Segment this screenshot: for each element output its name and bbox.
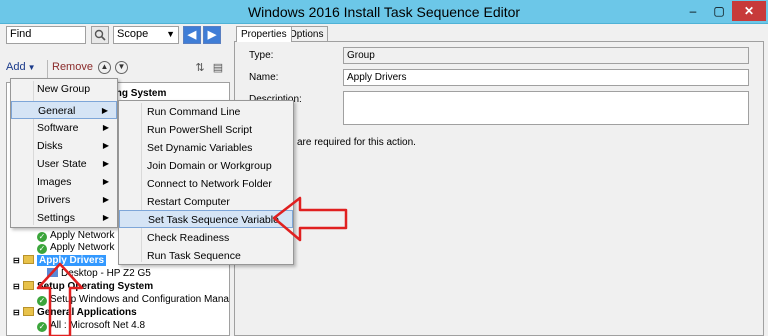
menu-item-run-command-line[interactable]: Run Command Line [119, 103, 293, 121]
submenu-arrow-icon: ▶ [102, 159, 109, 168]
collapse-icon[interactable]: ⊟ [13, 254, 21, 268]
selected-label: Apply Drivers [37, 255, 107, 266]
folder-icon [23, 281, 34, 290]
find-input[interactable]: Find [6, 26, 86, 44]
menu-item-new-group[interactable]: New Group [11, 80, 117, 98]
add-menu: New Group General ▶ Software ▶ Disks ▶ User… [10, 78, 118, 228]
add-button[interactable]: Add ▼ [6, 61, 36, 77]
magnifier-icon[interactable] [91, 26, 109, 44]
menu-item-restart-computer[interactable]: Restart Computer [119, 193, 293, 211]
menu-item-run-powershell-script[interactable]: Run PowerShell Script [119, 121, 293, 139]
menu-item-set-dynamic-variables[interactable]: Set Dynamic Variables [119, 139, 293, 157]
toolbar-divider [47, 60, 48, 78]
caret-down-icon: ▼ [27, 63, 36, 72]
arrow-right-icon[interactable]: ▶ [203, 26, 221, 44]
tree-group-apply-drivers[interactable]: ⊟ Apply Drivers [13, 254, 107, 268]
window-title: Windows 2016 Install Task Sequence Edito… [247, 4, 521, 20]
submenu-arrow-icon: ▶ [102, 177, 109, 186]
close-button[interactable]: ✕ [732, 1, 766, 21]
scope-dropdown[interactable]: Scope ▼ [113, 26, 179, 44]
move-up-icon[interactable]: ▲ [98, 61, 111, 74]
type-field: Group [343, 47, 749, 64]
submenu-arrow-icon: ▶ [101, 106, 108, 115]
menu-item-set-task-sequence-variable[interactable]: Set Task Sequence Variable [119, 210, 293, 228]
folder-icon [23, 255, 34, 264]
tree-item[interactable]: Desktop - HP Z2 G5 [47, 267, 151, 281]
maximize-button[interactable]: ▢ [706, 1, 732, 21]
checkmark-icon: ✓ [37, 296, 47, 306]
menu-item-user-state[interactable]: User State ▶ [11, 155, 117, 173]
menu-item-software[interactable]: Software ▶ [11, 119, 117, 137]
tree-group[interactable]: ⊟ General Applications [13, 306, 137, 320]
title-bar: Windows 2016 Install Task Sequence Edito… [0, 0, 768, 24]
menu-item-join-domain[interactable]: Join Domain or Workgroup [119, 157, 293, 175]
properties-panel: Type: Group Name: Apply Drivers Descript… [234, 41, 764, 336]
submenu-arrow-icon: ▶ [102, 141, 109, 150]
collapse-icon[interactable]: ⊟ [13, 306, 21, 320]
folder-icon [23, 307, 34, 316]
view-icon[interactable]: ▤ [212, 61, 224, 75]
move-down-icon[interactable]: ▼ [115, 61, 128, 74]
menu-item-images[interactable]: Images ▶ [11, 173, 117, 191]
menu-item-disks[interactable]: Disks ▶ [11, 137, 117, 155]
tree-group[interactable]: ⊟ Setup Operating System [13, 280, 153, 294]
checkmark-icon: ✓ [37, 322, 47, 332]
name-field[interactable]: Apply Drivers [343, 69, 749, 86]
menu-item-general[interactable]: General ▶ [11, 101, 117, 119]
minimize-button[interactable]: ‒ [680, 1, 706, 21]
chevron-down-icon: ▼ [166, 29, 175, 39]
menu-item-check-readiness[interactable]: Check Readiness [119, 229, 293, 247]
type-label: Type: [249, 50, 274, 61]
requirements-note: are required for this action. [297, 137, 416, 148]
scope-value: Scope [117, 28, 149, 40]
computer-icon [47, 268, 58, 277]
menu-item-connect-network-folder[interactable]: Connect to Network Folder [119, 175, 293, 193]
collapse-icon[interactable]: ⊟ [13, 280, 21, 294]
menu-item-run-task-sequence[interactable]: Run Task Sequence [119, 247, 293, 265]
general-submenu: Run Command Line Run PowerShell Script S… [118, 100, 294, 265]
tree-item[interactable]: ✓ Setup Windows and Configuration Manager [37, 293, 229, 307]
import-icon[interactable]: ⇅ [194, 61, 206, 75]
name-label: Name: [249, 72, 279, 83]
menu-item-settings[interactable]: Settings ▶ [11, 209, 117, 227]
arrow-left-icon[interactable]: ◀ [183, 26, 201, 44]
remove-button[interactable]: Remove [52, 61, 93, 73]
add-label: Add [6, 61, 26, 73]
description-field[interactable] [343, 91, 749, 125]
tree-item[interactable]: ✓ All : Microsoft Net 4.8 [37, 319, 145, 333]
submenu-arrow-icon: ▶ [102, 123, 109, 132]
checkmark-icon: ✓ [37, 244, 47, 254]
tab-properties[interactable]: Properties [236, 26, 292, 42]
submenu-arrow-icon: ▶ [102, 213, 109, 222]
tree-item[interactable]: ✓ Apply Network [37, 241, 114, 255]
menu-item-drivers[interactable]: Drivers ▶ [11, 191, 117, 209]
submenu-arrow-icon: ▶ [102, 195, 109, 204]
tree-header-fragment: ing System [113, 88, 167, 99]
